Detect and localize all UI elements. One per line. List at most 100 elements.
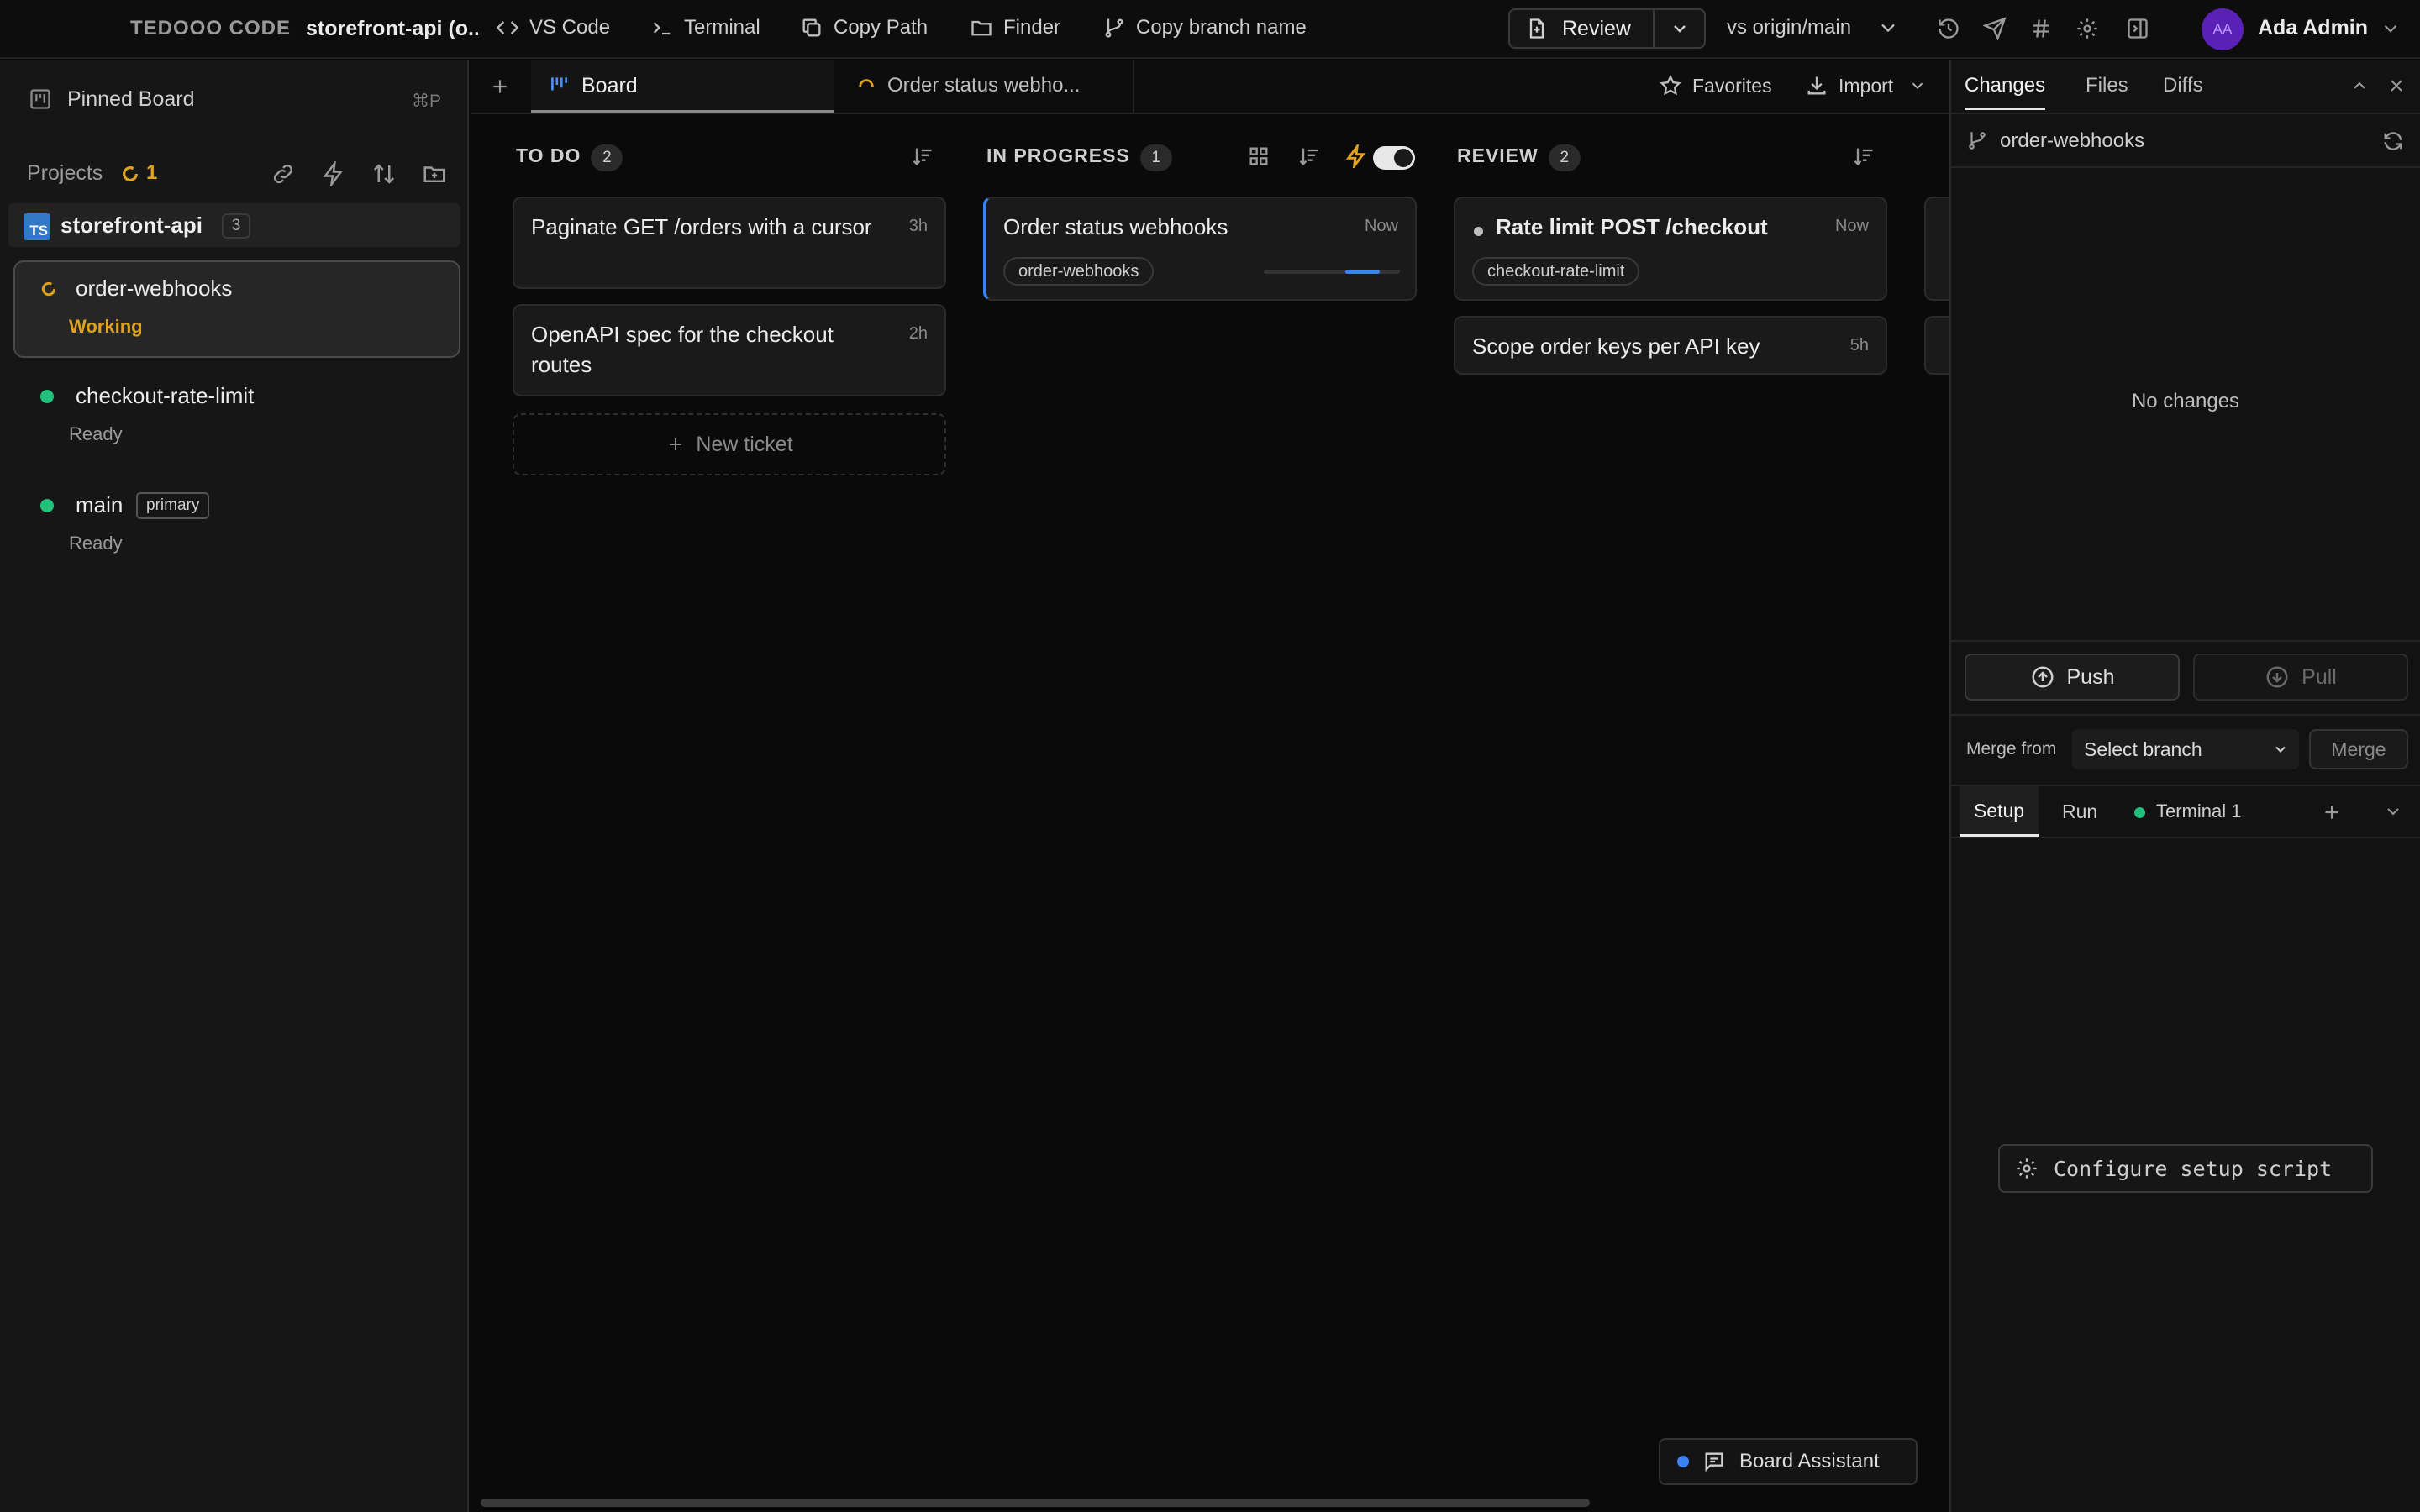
plus-icon: [670, 438, 682, 450]
new-tab-button[interactable]: [489, 76, 511, 97]
pull-button[interactable]: Pull: [2193, 654, 2408, 701]
new-ticket-button[interactable]: New ticket: [513, 413, 946, 475]
branch-chip: checkout-rate-limit: [1472, 257, 1640, 286]
quick-action-button[interactable]: [321, 161, 346, 186]
chat-icon: [1705, 1452, 1723, 1473]
review-split-button: Review: [1508, 8, 1706, 49]
tab-board[interactable]: Board: [531, 60, 834, 113]
repo-name[interactable]: storefront-api (o...: [306, 17, 478, 41]
tab-files[interactable]: Files: [2086, 74, 2128, 97]
copy-icon: [802, 18, 821, 37]
compare-branch-select[interactable]: vs origin/main: [1727, 16, 1900, 39]
push-button[interactable]: Push: [1965, 654, 2180, 701]
close-panel-button[interactable]: [2386, 76, 2407, 96]
ticket-card[interactable]: OpenAPI spec for the checkout routes 2h: [513, 304, 946, 396]
progress-fill: [1345, 270, 1380, 274]
ticket-title: OpenAPI spec for the checkout routes: [531, 322, 834, 377]
column-title: IN PROGRESS: [986, 144, 1130, 166]
auto-run-button[interactable]: [1344, 144, 1368, 168]
merge-from-label: Merge from: [1966, 739, 2057, 759]
star-icon: [1660, 74, 1681, 96]
toggle-panel-button[interactable]: [2126, 17, 2149, 40]
close-icon: [2391, 80, 2402, 92]
auto-run-toggle[interactable]: [1373, 146, 1415, 170]
branch-status: Ready: [69, 423, 123, 444]
pinned-board-item[interactable]: Pinned Board ⌘P: [0, 81, 469, 119]
avatar[interactable]: AA: [2202, 8, 2244, 50]
progress-track: [1264, 270, 1400, 274]
favorites-button[interactable]: Favorites: [1659, 74, 1772, 97]
branch-name: main: [76, 492, 124, 517]
horizontal-scrollbar[interactable]: [481, 1499, 1590, 1507]
tab-diffs[interactable]: Diffs: [2163, 74, 2203, 97]
code-icon: [496, 21, 519, 34]
select-branch-dropdown[interactable]: Select branch: [2072, 729, 2299, 769]
project-name: storefront-api: [60, 213, 203, 238]
vscode-button[interactable]: VS Code: [496, 16, 610, 39]
ticket-card-clipped[interactable]: [1924, 316, 1949, 375]
projects-label: Projects: [27, 161, 103, 185]
copy-path-label: Copy Path: [834, 16, 929, 39]
send-button[interactable]: [1983, 17, 2007, 40]
collapse-button[interactable]: [2349, 76, 2370, 96]
status-dot: [1677, 1456, 1689, 1467]
user-name[interactable]: Ada Admin: [2258, 16, 2368, 40]
column-sort-button[interactable]: [1852, 144, 1876, 168]
terminal-menu-button[interactable]: [2383, 801, 2403, 822]
app-name: TEDOOO CODE: [130, 17, 292, 39]
ticket-card-clipped[interactable]: [1924, 197, 1949, 301]
lightning-icon: [323, 161, 344, 186]
finder-button[interactable]: Finder: [970, 16, 1060, 39]
terminal-button[interactable]: Terminal: [650, 16, 760, 39]
chevron-down-icon: [1881, 24, 1895, 33]
branch-item-checkout-rate-limit[interactable]: checkout-rate-limit Ready: [13, 373, 460, 457]
add-terminal-button[interactable]: [2321, 801, 2343, 823]
ticket-card[interactable]: Order status webhooks Now order-webhooks: [983, 197, 1417, 301]
configure-setup-button[interactable]: Configure setup script: [1998, 1144, 2373, 1193]
copy-path-button[interactable]: Copy Path: [800, 16, 928, 39]
refresh-button[interactable]: [2381, 129, 2405, 153]
project-row[interactable]: TS storefront-api 3: [8, 203, 460, 247]
import-label: Import: [1839, 74, 1894, 97]
review-button[interactable]: Review: [1510, 10, 1653, 47]
ticket-card[interactable]: Paginate GET /orders with a cursor 3h: [513, 197, 946, 289]
ticket-card[interactable]: Rate limit POST /checkout Now checkout-r…: [1454, 197, 1887, 301]
tab-strip: Board Order status webho... Favorites Im…: [471, 60, 1949, 114]
user-menu-button[interactable]: [2380, 18, 2402, 39]
column-title: REVIEW: [1457, 144, 1539, 166]
import-button[interactable]: Import: [1805, 74, 1927, 97]
new-ticket-label: New ticket: [696, 432, 793, 456]
branch-chip: order-webhooks: [1003, 257, 1155, 286]
branch-name: checkout-rate-limit: [76, 383, 255, 408]
column-header-todo: TO DO 2: [516, 144, 623, 171]
branch-item-main[interactable]: main primary Ready: [13, 482, 460, 566]
column-sort-button[interactable]: [911, 144, 934, 168]
history-button[interactable]: [1937, 17, 1960, 40]
send-icon: [1983, 17, 2007, 40]
right-panel: Changes Files Diffs order-webhooks No ch…: [1949, 60, 2420, 1512]
settings-button[interactable]: [2075, 17, 2099, 40]
copy-branch-button[interactable]: Copy branch name: [1102, 16, 1307, 39]
ticket-card[interactable]: Scope order keys per API key 5h: [1454, 316, 1887, 375]
add-folder-button[interactable]: [422, 161, 447, 186]
panel-branch-row: order-webhooks: [1951, 116, 2420, 168]
column-header-review: REVIEW 2: [1457, 144, 1581, 171]
tab-setup[interactable]: Setup: [1960, 786, 2039, 837]
link-button[interactable]: [271, 161, 296, 186]
tab-changes[interactable]: Changes: [1965, 74, 2046, 110]
chevron-up-icon: [2354, 81, 2365, 89]
hash-button[interactable]: [2029, 17, 2053, 40]
grid-view-button[interactable]: [1247, 144, 1270, 168]
title-bar: TEDOOO CODE storefront-api (o... VS Code…: [0, 0, 2420, 59]
arrow-up-circle-icon: [2032, 666, 2053, 688]
merge-button[interactable]: Merge: [2309, 729, 2408, 769]
sort-button[interactable]: [371, 161, 397, 186]
column-sort-button[interactable]: [1297, 144, 1321, 168]
chevron-down-icon: [2387, 808, 2399, 816]
tab-run[interactable]: Run: [2062, 801, 2097, 823]
ticket-time: 2h: [908, 324, 928, 343]
tab-order-status[interactable]: Order status webho...: [835, 60, 1134, 113]
branch-item-order-webhooks[interactable]: order-webhooks Working: [13, 260, 460, 358]
board-assistant-button[interactable]: Board Assistant: [1659, 1438, 1918, 1485]
review-dropdown-button[interactable]: [1655, 10, 1705, 47]
